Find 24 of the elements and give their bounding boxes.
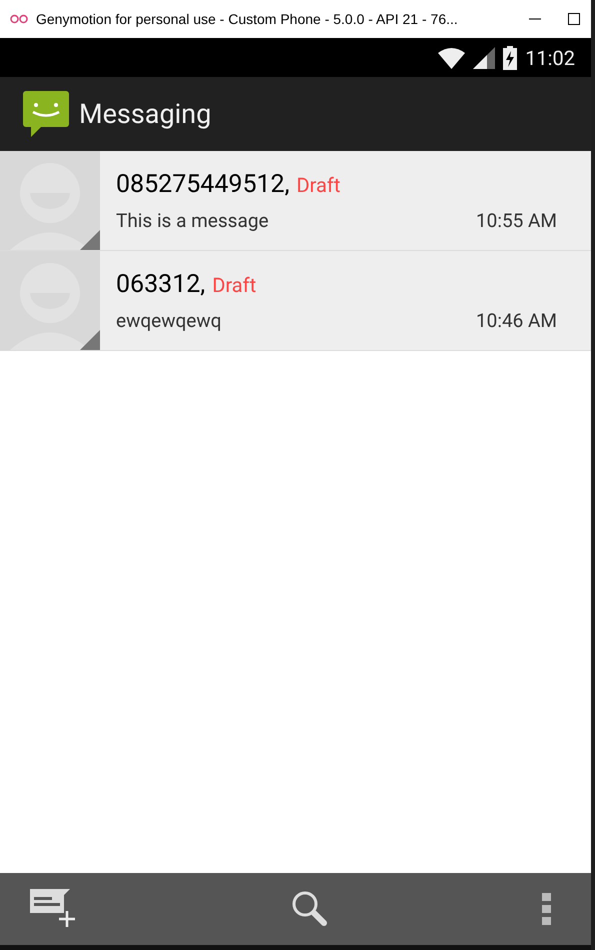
conversation-row[interactable]: 085275449512, Draft This is a message 10:55 AM xyxy=(0,151,591,251)
message-snippet: ewqewqewq xyxy=(116,308,222,332)
avatar-silhouette-icon xyxy=(0,151,100,250)
sender-number: 085275449512, xyxy=(116,170,290,198)
draft-label: Draft xyxy=(296,172,340,196)
smiley-message-icon xyxy=(23,91,69,137)
search-icon[interactable] xyxy=(291,890,329,928)
overflow-menu-icon[interactable] xyxy=(542,893,551,925)
app-logo-icon xyxy=(10,14,28,24)
signal-icon xyxy=(473,46,496,68)
sender-number: 063312, xyxy=(116,270,206,298)
new-message-icon[interactable] xyxy=(30,889,78,929)
maximize-icon[interactable] xyxy=(567,12,581,26)
message-time: 10:55 AM xyxy=(476,208,557,232)
draft-label: Draft xyxy=(212,272,256,296)
clock-time: 11:02 xyxy=(525,46,575,70)
wifi-icon xyxy=(438,46,466,68)
battery-icon xyxy=(503,46,518,70)
conversation-row[interactable]: 063312, Draft ewqewqewq 10:46 AM xyxy=(0,251,591,351)
message-time: 10:46 AM xyxy=(476,308,557,332)
app-title: Messaging xyxy=(79,98,212,130)
window-title: Genymotion for personal use - Custom Phone - 5.0.0 - API 21 - 76... xyxy=(36,11,459,27)
avatar-silhouette-icon xyxy=(0,251,100,350)
message-snippet: This is a message xyxy=(116,208,269,232)
